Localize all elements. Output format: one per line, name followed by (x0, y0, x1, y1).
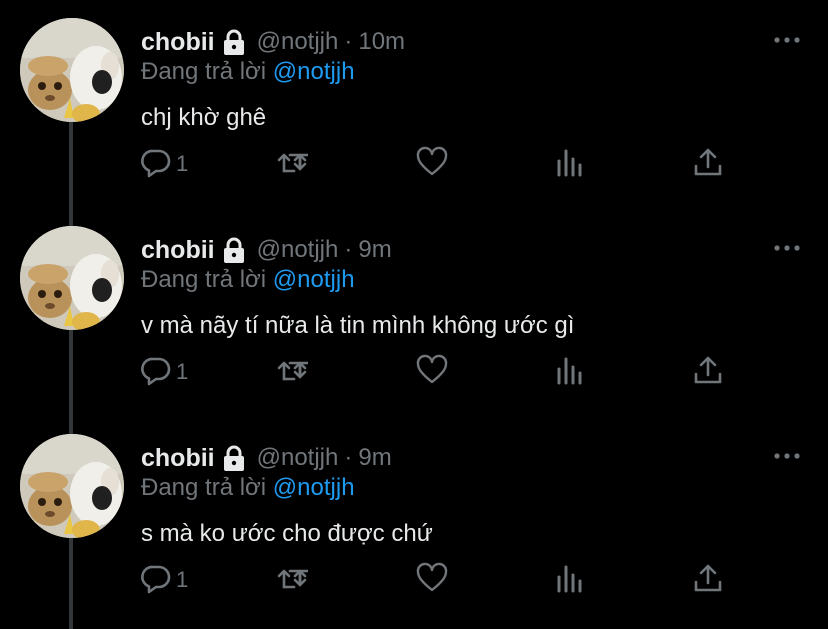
views-button[interactable] (554, 146, 586, 182)
reply-count: 1 (176, 359, 189, 384)
reply-button[interactable]: 1 (140, 562, 188, 598)
replying-to-label: Đang trả lời (141, 474, 267, 501)
tweet[interactable]: chobii @notjjh · 9m Đang trả lời @notjjh (0, 416, 828, 624)
retweet-button[interactable] (276, 354, 313, 391)
lock-icon (219, 27, 249, 57)
separator-dot: · (344, 28, 353, 55)
share-button[interactable] (692, 562, 724, 598)
replying-to-label: Đang trả lời (141, 58, 267, 85)
more-icon[interactable] (772, 30, 802, 50)
tweet-text: chj khờ ghê (141, 104, 267, 131)
reply-button[interactable]: 1 (140, 354, 188, 390)
display-name[interactable]: chobii (141, 236, 215, 265)
replying-to: Đang trả lời @notjjh (141, 58, 355, 86)
reply-icon (140, 146, 172, 183)
more-icon[interactable] (772, 446, 802, 466)
tweet[interactable]: chobii @notjjh · 10m Đang trả lời @notjj… (0, 0, 828, 208)
avatar-image (20, 434, 124, 538)
replying-to: Đang trả lời @notjjh (141, 474, 355, 502)
timestamp[interactable]: 9m (358, 444, 391, 472)
tweet-actions: 1 (140, 354, 828, 394)
retweet-button[interactable] (276, 562, 313, 599)
reply-icon (140, 354, 172, 391)
replying-to-label: Đang trả lời (141, 266, 267, 293)
like-button[interactable] (416, 146, 448, 182)
display-name[interactable]: chobii (141, 28, 215, 57)
reply-icon (140, 562, 172, 599)
user-handle[interactable]: @notjjh (257, 236, 339, 264)
views-button[interactable] (554, 562, 586, 598)
separator-dot: · (344, 444, 353, 471)
tweet-actions: 1 (140, 562, 828, 602)
share-button[interactable] (692, 146, 724, 182)
heart-icon (416, 562, 448, 599)
tweet-header: chobii @notjjh · 9m (141, 440, 392, 476)
like-button[interactable] (416, 562, 448, 598)
views-button[interactable] (554, 354, 586, 390)
display-name[interactable]: chobii (141, 444, 215, 473)
retweet-icon (276, 146, 313, 183)
tweet-header: chobii @notjjh · 9m (141, 232, 392, 268)
more-icon[interactable] (772, 238, 802, 258)
analytics-icon (554, 562, 586, 599)
avatar[interactable] (20, 434, 124, 538)
retweet-button[interactable] (276, 146, 313, 183)
user-handle[interactable]: @notjjh (257, 444, 339, 472)
avatar[interactable] (20, 18, 124, 122)
avatar-image (20, 18, 124, 122)
reply-button[interactable]: 1 (140, 146, 188, 182)
share-icon (692, 562, 724, 599)
replying-to-mention[interactable]: @notjjh (273, 266, 355, 293)
lock-icon (219, 443, 249, 473)
replying-to-mention[interactable]: @notjjh (273, 474, 355, 501)
tweet-text: s mà ko ước cho được chứ (141, 520, 433, 547)
like-button[interactable] (416, 354, 448, 390)
analytics-icon (554, 354, 586, 391)
reply-count: 1 (176, 567, 189, 592)
retweet-icon (276, 562, 313, 599)
tweet-header: chobii @notjjh · 10m (141, 24, 405, 60)
avatar[interactable] (20, 226, 124, 330)
timestamp[interactable]: 10m (358, 28, 405, 56)
reply-count: 1 (176, 151, 189, 176)
tweet[interactable]: chobii @notjjh · 9m Đang trả lời @notjjh (0, 208, 828, 416)
tweet-text: v mà nãy tí nữa là tin mình không ước gì (141, 312, 575, 339)
timestamp[interactable]: 9m (358, 236, 391, 264)
tweet-actions: 1 (140, 146, 828, 186)
heart-icon (416, 354, 448, 391)
separator-dot: · (344, 236, 353, 263)
replying-to: Đang trả lời @notjjh (141, 266, 355, 294)
lock-icon (219, 235, 249, 265)
user-handle[interactable]: @notjjh (257, 28, 339, 56)
replying-to-mention[interactable]: @notjjh (273, 58, 355, 85)
share-button[interactable] (692, 354, 724, 390)
retweet-icon (276, 354, 313, 391)
avatar-image (20, 226, 124, 330)
analytics-icon (554, 146, 586, 183)
share-icon (692, 146, 724, 183)
share-icon (692, 354, 724, 391)
heart-icon (416, 146, 448, 183)
